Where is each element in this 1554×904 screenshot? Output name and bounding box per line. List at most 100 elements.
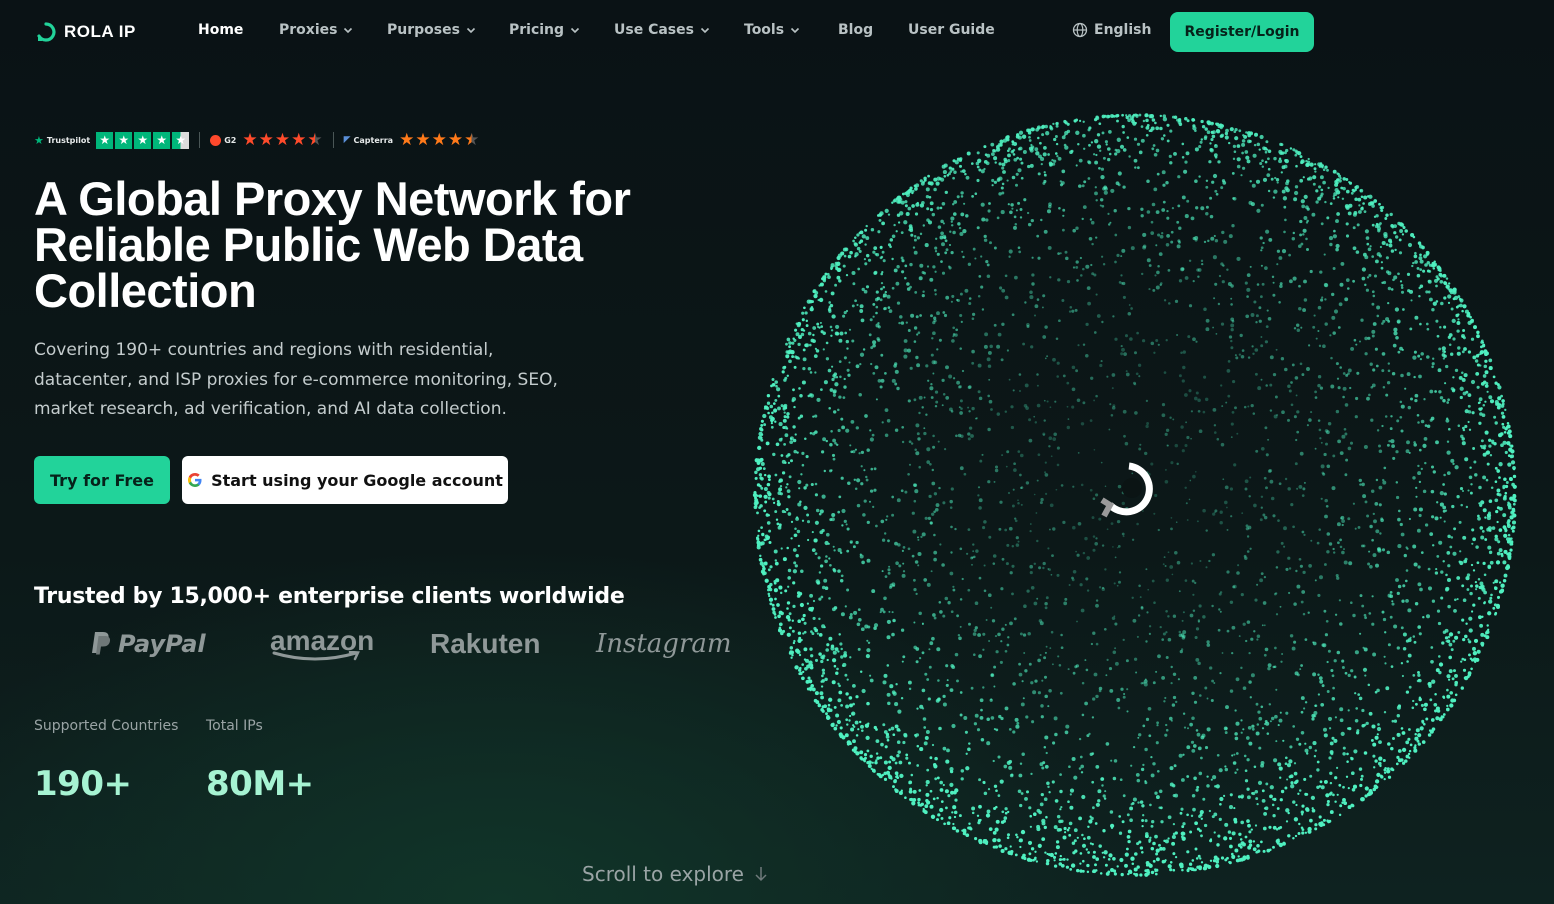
globe-particle bbox=[1395, 495, 1400, 500]
globe-particle bbox=[1494, 466, 1498, 470]
logo[interactable]: ROLA IP bbox=[36, 22, 136, 42]
globe-particle bbox=[1181, 195, 1186, 200]
globe-particle bbox=[1101, 114, 1106, 119]
globe-particle bbox=[1130, 307, 1133, 310]
nav-proxies[interactable]: Proxies bbox=[279, 22, 353, 38]
globe-particle bbox=[1199, 694, 1202, 697]
globe-particle bbox=[895, 281, 900, 286]
globe-particle bbox=[1203, 823, 1208, 828]
globe-particle bbox=[1021, 752, 1025, 757]
try-for-free-button[interactable]: Try for Free bbox=[34, 456, 170, 504]
globe-particle bbox=[1219, 520, 1223, 525]
globe-particle bbox=[1056, 155, 1059, 158]
globe-particle bbox=[1417, 421, 1420, 424]
globe-particle bbox=[1128, 304, 1131, 306]
globe-particle bbox=[814, 414, 818, 418]
nav-pricing[interactable]: Pricing bbox=[509, 22, 580, 38]
globe-particle bbox=[913, 578, 916, 582]
globe-particle bbox=[1196, 268, 1200, 272]
globe-particle bbox=[1138, 150, 1143, 155]
globe-particle bbox=[1194, 179, 1198, 183]
globe-particle bbox=[827, 703, 831, 707]
register-login-button[interactable]: Register/Login bbox=[1170, 12, 1314, 52]
globe-particle bbox=[1082, 343, 1086, 346]
google-signup-button[interactable]: Start using your Google account bbox=[182, 456, 508, 504]
globe-particle bbox=[824, 290, 828, 293]
globe-particle bbox=[1264, 647, 1269, 652]
rating-capterra[interactable]: ◤ Capterra ★ ★ ★ ★ ★ bbox=[344, 131, 480, 149]
globe-particle bbox=[1260, 446, 1265, 451]
globe-particle bbox=[757, 534, 760, 537]
globe-particle bbox=[1280, 357, 1285, 361]
globe-particle bbox=[1049, 503, 1054, 508]
globe-particle bbox=[1417, 565, 1421, 569]
globe-particle bbox=[1188, 304, 1193, 308]
globe-particle bbox=[1377, 547, 1381, 551]
nav-tools[interactable]: Tools bbox=[744, 22, 800, 38]
language-selector[interactable]: English bbox=[1072, 22, 1151, 38]
globe-particle bbox=[978, 838, 983, 843]
globe-particle bbox=[1101, 204, 1105, 208]
globe-particle bbox=[1297, 151, 1302, 156]
globe-particle bbox=[1401, 731, 1406, 735]
globe-particle bbox=[1142, 814, 1145, 817]
globe-particle bbox=[1195, 657, 1200, 662]
rating-trustpilot[interactable]: ★ Trustpilot ★ ★ ★ ★ ★ bbox=[34, 131, 190, 149]
globe-particle bbox=[776, 603, 780, 607]
globe-particle bbox=[980, 708, 983, 712]
globe-particle bbox=[1289, 634, 1294, 638]
globe-particle bbox=[1383, 234, 1388, 239]
globe-particle bbox=[794, 564, 798, 568]
globe-particle bbox=[1334, 716, 1338, 719]
globe-particle bbox=[1344, 473, 1348, 477]
globe-particle bbox=[1261, 282, 1265, 286]
globe-particle bbox=[1048, 568, 1051, 571]
globe-particle bbox=[786, 374, 789, 377]
globe-particle bbox=[1205, 185, 1209, 189]
globe-particle bbox=[1452, 551, 1457, 556]
globe-particle bbox=[1092, 631, 1096, 635]
globe-particle bbox=[1470, 584, 1473, 588]
nav-user-guide[interactable]: User Guide bbox=[908, 22, 995, 38]
globe-particle bbox=[1310, 411, 1313, 414]
globe-particle bbox=[886, 515, 889, 518]
globe-particle bbox=[1199, 559, 1202, 563]
globe-particle bbox=[806, 602, 809, 605]
globe-particle bbox=[787, 568, 792, 573]
globe-particle bbox=[1305, 247, 1310, 252]
globe-particle bbox=[768, 587, 773, 592]
globe-particle bbox=[1420, 352, 1424, 356]
globe-particle bbox=[786, 632, 791, 637]
star-icon: ★ bbox=[242, 129, 258, 150]
globe-particle bbox=[1448, 282, 1451, 285]
nav-home[interactable]: Home bbox=[198, 22, 243, 38]
nav-use-cases[interactable]: Use Cases bbox=[614, 22, 710, 38]
globe-particle bbox=[1046, 355, 1049, 358]
globe-particle bbox=[1511, 529, 1515, 533]
rating-g2[interactable]: G2 ★ ★ ★ ★ ★ bbox=[210, 129, 323, 150]
globe-particle bbox=[1480, 439, 1484, 443]
globe-particle bbox=[952, 326, 956, 330]
globe-particle bbox=[1309, 818, 1313, 823]
globe-particle bbox=[1056, 814, 1061, 819]
globe-particle bbox=[1295, 737, 1300, 741]
globe-particle bbox=[1482, 508, 1487, 513]
globe-particle bbox=[1064, 730, 1069, 735]
globe-particle bbox=[1453, 609, 1457, 613]
globe-particle bbox=[995, 147, 1001, 152]
nav-blog[interactable]: Blog bbox=[838, 22, 873, 38]
globe-particle bbox=[1063, 134, 1066, 137]
globe-particle bbox=[1192, 474, 1196, 479]
globe-particle bbox=[1299, 233, 1303, 237]
globe-particle bbox=[1098, 586, 1102, 589]
globe-particle bbox=[1024, 301, 1027, 304]
globe-particle bbox=[1385, 213, 1389, 217]
globe-particle bbox=[1342, 797, 1346, 802]
globe-particle bbox=[1242, 622, 1246, 626]
globe-particle bbox=[818, 633, 823, 637]
globe-particle bbox=[1093, 331, 1097, 334]
nav-purposes[interactable]: Purposes bbox=[387, 22, 476, 38]
globe-particle bbox=[1192, 868, 1196, 872]
globe-particle bbox=[1150, 126, 1155, 131]
globe-particle bbox=[1038, 154, 1042, 159]
